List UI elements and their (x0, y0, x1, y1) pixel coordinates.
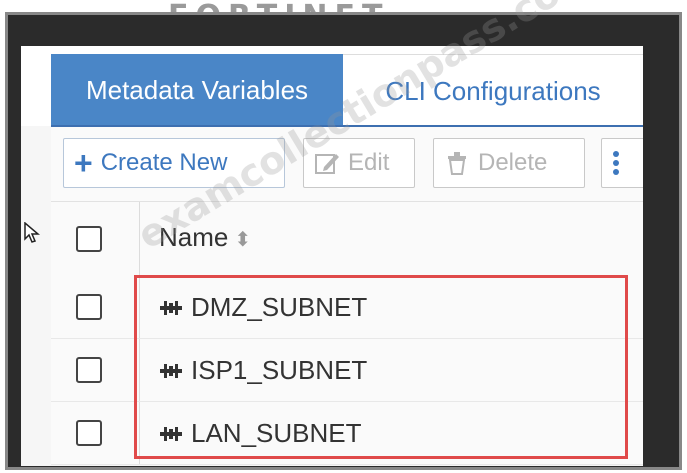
select-all-checkbox[interactable] (76, 226, 102, 252)
mouse-cursor-icon (24, 221, 41, 249)
row-checkbox[interactable] (76, 294, 102, 320)
highlight-box (134, 275, 628, 459)
table-header: Name ⬍ (51, 201, 643, 277)
trash-icon (444, 150, 470, 176)
sort-icon: ⬍ (234, 229, 252, 251)
edit-label: Edit (348, 149, 390, 176)
more-vertical-icon (612, 149, 620, 177)
more-actions-button[interactable] (601, 138, 643, 188)
row-checkbox[interactable] (76, 357, 102, 383)
tab-metadata-variables[interactable]: Metadata Variables (51, 54, 343, 126)
row-checkbox[interactable] (76, 420, 102, 446)
delete-button[interactable]: Delete (433, 138, 585, 188)
delete-label: Delete (478, 149, 548, 176)
plus-icon: + (74, 145, 93, 181)
